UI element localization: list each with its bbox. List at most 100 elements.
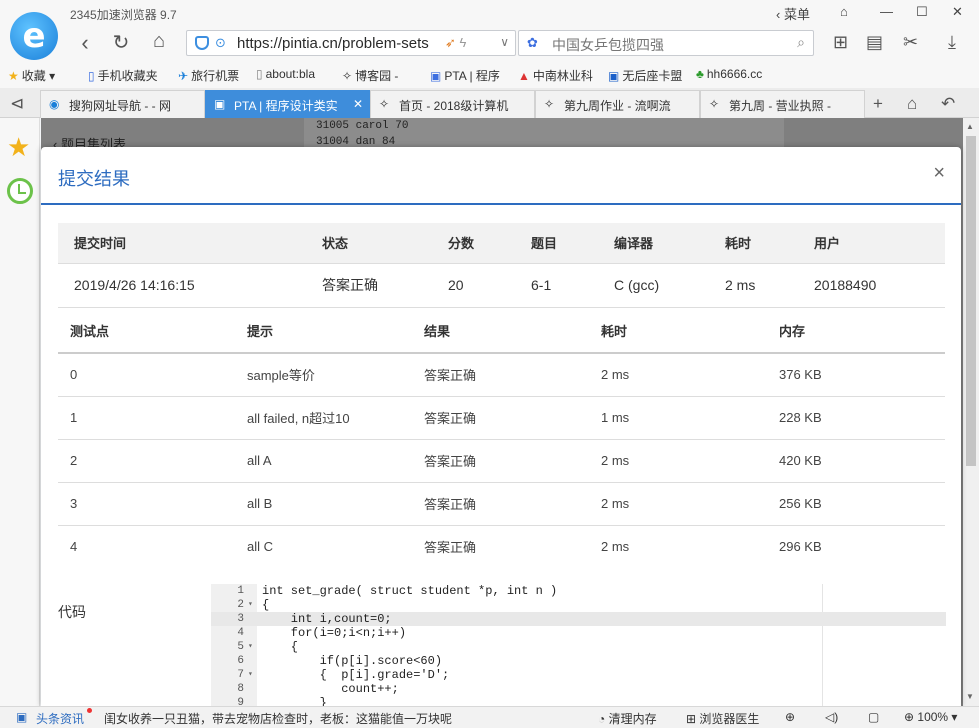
news-icon[interactable]: ▣ — [16, 710, 27, 724]
zoom-control[interactable]: ⊕ 100% ▾ — [904, 710, 957, 724]
score: 20 — [432, 262, 515, 308]
tab-sogou[interactable]: ◉ 搜狗网址导航 - - 网 — [40, 90, 205, 118]
favorites-star-icon[interactable]: ★ — [7, 132, 30, 163]
paw-icon: ✿ — [527, 35, 538, 50]
tab-week9-homework[interactable]: ✧ 第九周作业 - 流啊流 — [535, 90, 700, 118]
bookmark-cnblogs[interactable]: ✧ 博客园 - — [342, 67, 398, 84]
line-number: 8 — [237, 683, 244, 695]
submit-time: 2019/4/26 14:16:15 — [58, 262, 306, 308]
fold-toggle-icon[interactable]: ▾ — [248, 598, 253, 612]
minimize-button[interactable]: — — [880, 4, 893, 24]
browser-doctor-button[interactable]: ⊞ 浏览器医生 — [686, 710, 759, 727]
submission-summary-table: 提交时间 状态 分数 题目 编译器 耗时 用户 2019/4/26 14:16:… — [58, 223, 945, 308]
code-text: int set_grade( struct student *p, int n … — [262, 584, 558, 598]
news-headline[interactable]: 闺女收养一只丑猫，带去宠物店检查时，老板：这猫能值一万块呢 — [104, 710, 452, 727]
scroll-down-icon[interactable]: ▼ — [966, 692, 974, 701]
page-scrollbar[interactable]: ▲ ▼ — [963, 118, 979, 706]
code-line[interactable]: 4 for(i=0;i<n;i++) — [211, 626, 946, 640]
code-line[interactable]: 5 ▾ { — [211, 640, 946, 654]
test-result: 答案正确 — [412, 482, 589, 526]
download-icon[interactable]: ⤓ — [948, 32, 956, 53]
news-label[interactable]: 头条资讯 — [36, 710, 84, 727]
reader-icon[interactable]: ▤ — [866, 32, 883, 53]
sound-icon[interactable]: ◁) — [825, 710, 838, 724]
code-line[interactable]: 9 } — [211, 696, 946, 706]
dialog-title: 提交结果 — [58, 169, 130, 189]
history-clock-icon[interactable] — [7, 178, 33, 204]
search-icon[interactable]: ⌕ — [797, 34, 805, 51]
collapse-sidebar-icon[interactable]: ⊲ — [10, 94, 24, 114]
menu-button[interactable]: ‹ 菜单 — [776, 4, 810, 24]
header-submit-time: 提交时间 — [58, 223, 306, 263]
new-tab-icon[interactable]: + — [873, 94, 883, 114]
bookmark-favorites[interactable]: ★ 收藏 ▾ — [8, 67, 55, 84]
fullscreen-icon[interactable]: ▢ — [868, 710, 879, 724]
test-memory: 256 KB — [767, 482, 945, 526]
test-result: 答案正确 — [412, 353, 589, 397]
code-line[interactable]: 8 count++; — [211, 682, 946, 696]
code-text: { p[i].grade='D'; — [262, 668, 450, 682]
fold-toggle-icon[interactable]: ▾ — [248, 640, 253, 654]
line-number: 2 — [237, 599, 244, 611]
close-tab-icon[interactable]: ✕ — [353, 97, 363, 111]
code-line[interactable]: 6 if(p[i].score<60) — [211, 654, 946, 668]
undo-close-icon[interactable]: ↶ — [941, 94, 955, 114]
code-line[interactable]: 7 ▾ { p[i].grade='D'; — [211, 668, 946, 682]
dropdown-icon[interactable]: ∨ — [500, 35, 509, 49]
search-input[interactable]: 中国女乒包揽四强 — [552, 35, 664, 55]
close-dialog-button[interactable]: × — [933, 163, 945, 183]
news-badge — [87, 708, 92, 713]
close-window-button[interactable]: ✕ — [952, 4, 963, 24]
scroll-up-icon[interactable]: ▲ — [966, 122, 974, 131]
tab-week9-license[interactable]: ✧ 第九周 - 营业执照 - — [700, 90, 865, 118]
bookmark-hh6666[interactable]: ♣ hh6666.cc — [696, 67, 762, 81]
code-label: 代码 — [58, 604, 86, 620]
side-panel: ★ — [0, 118, 40, 706]
maximize-button[interactable]: ☐ — [916, 4, 928, 24]
header-test-time: 耗时 — [589, 309, 767, 354]
test-hint: all B — [235, 482, 412, 526]
bookmark-csuft[interactable]: ▲ 中南林业科 — [518, 67, 593, 84]
refresh-icon[interactable]: ↻ — [108, 30, 134, 55]
tab-pta[interactable]: ▣ PTA | 程序设计类实 ✕ — [205, 90, 370, 118]
apps-grid-icon[interactable]: ⊞ — [833, 32, 848, 53]
table-row: 3 all B 答案正确 2 ms 256 KB — [58, 482, 945, 526]
elapsed-time: 2 ms — [709, 262, 798, 308]
bookmark-travel[interactable]: ✈ 旅行机票 — [178, 67, 239, 84]
problem-link[interactable]: 6-1 — [515, 262, 598, 308]
test-memory: 296 KB — [779, 539, 822, 555]
tab-home[interactable]: ✧ 首页 - 2018级计算机 — [370, 90, 535, 118]
code-line[interactable]: 3 int i,count=0; — [211, 612, 946, 626]
speed-icon[interactable]: ➶ ϟ — [445, 35, 466, 51]
code-text: if(p[i].score<60) — [262, 654, 443, 668]
status-bar: ▣ 头条资讯 闺女收养一只丑猫，带去宠物店检查时，老板：这猫能值一万块呢 ◔ 清… — [0, 706, 979, 728]
code-editor[interactable]: 1 int set_grade( struct student *p, int n… — [211, 584, 946, 706]
bookmark-about[interactable]: ▯ about:bla — [256, 67, 315, 81]
address-bar[interactable]: ⊙ https://pintia.cn/problem-sets ➶ ϟ ∨ — [186, 30, 516, 56]
bookmark-mobile[interactable]: ▯ 手机收藏夹 — [88, 67, 158, 84]
test-result: 答案正确 — [412, 439, 589, 483]
header-score: 分数 — [432, 223, 515, 263]
search-bar[interactable]: ✿ 中国女乒包揽四强 ⌕ — [518, 30, 814, 56]
submission-result-dialog: 提交结果 × 提交时间 状态 分数 题目 编译器 耗时 用户 2019/4/26… — [41, 147, 961, 706]
scroll-thumb[interactable] — [966, 136, 976, 466]
clean-memory-button[interactable]: ◔ 清理内存 — [598, 710, 657, 727]
code-line[interactable]: 2 ▾ { — [211, 598, 946, 612]
fold-toggle-icon[interactable]: ▾ — [248, 668, 253, 682]
test-time: 2 ms — [601, 539, 630, 555]
skin-icon[interactable]: ⌂ — [840, 4, 848, 24]
address-text: https://pintia.cn/problem-sets — [237, 35, 429, 52]
bookmark-pta[interactable]: ▣ PTA | 程序 — [430, 67, 500, 84]
header-time: 耗时 — [709, 223, 798, 263]
screenshot-icon[interactable]: ✂ — [903, 32, 918, 53]
bookmark-card[interactable]: ▣ 无后座卡盟 — [608, 67, 682, 84]
security-shield-icon — [195, 36, 209, 50]
table-row: 4 all C 答案正确 2 ms 296 KB — [58, 525, 945, 568]
back-icon[interactable]: ‹ — [72, 30, 98, 56]
code-line[interactable]: 1 int set_grade( struct student *p, int n… — [211, 584, 946, 598]
test-memory: 376 KB — [767, 353, 945, 397]
game-icon[interactable]: ⊕ — [785, 710, 795, 724]
home-icon[interactable]: ⌂ — [146, 30, 172, 53]
line-number: 1 — [237, 585, 244, 597]
tab-list-icon[interactable]: ⌂ — [907, 94, 917, 114]
